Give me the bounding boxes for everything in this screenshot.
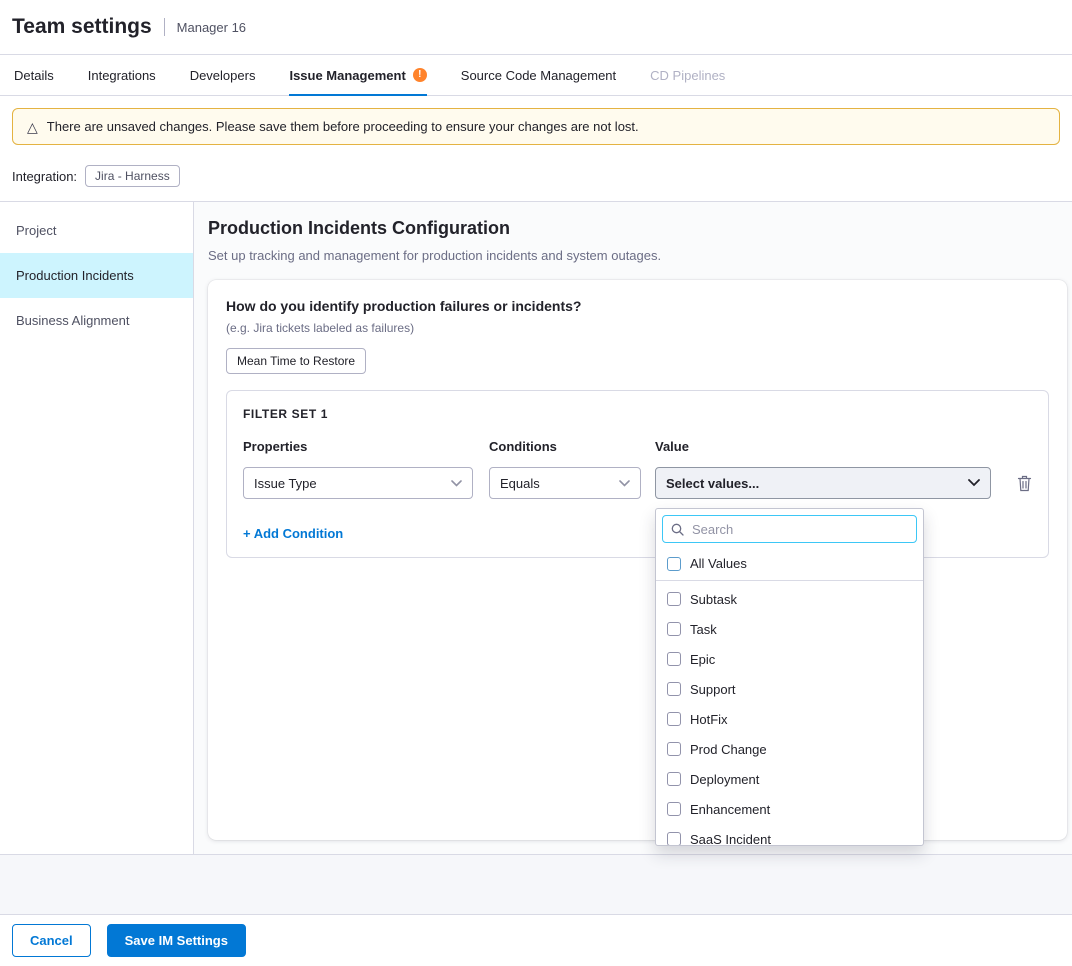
tab-issue-management[interactable]: Issue Management ! xyxy=(289,55,426,95)
option-support[interactable]: Support xyxy=(656,674,923,704)
main-panel: Production Incidents Configuration Set u… xyxy=(194,202,1072,854)
properties-select[interactable]: Issue Type xyxy=(243,467,473,499)
sidebar-item-business-alignment[interactable]: Business Alignment xyxy=(0,298,193,343)
option-hotfix[interactable]: HotFix xyxy=(656,704,923,734)
integration-chip[interactable]: Jira - Harness xyxy=(85,165,180,187)
option-label: SaaS Incident xyxy=(690,832,771,847)
page-title: Team settings xyxy=(12,15,152,39)
tab-cd-pipelines: CD Pipelines xyxy=(650,55,725,95)
tab-source-code-management[interactable]: Source Code Management xyxy=(461,55,616,95)
chevron-down-icon xyxy=(451,480,462,487)
values-multiselect-placeholder: Select values... xyxy=(666,476,759,491)
chevron-down-icon xyxy=(619,480,630,487)
dropdown-search xyxy=(662,515,917,543)
footer-spacer xyxy=(0,855,1072,914)
option-saas-incident[interactable]: SaaS Incident xyxy=(656,824,923,846)
add-condition-button[interactable]: + Add Condition xyxy=(243,526,343,541)
options-list: Subtask Task Epic Support HotFix Prod Ch… xyxy=(656,581,923,846)
save-im-settings-button[interactable]: Save IM Settings xyxy=(107,924,246,957)
unsaved-changes-banner: △️‍ There are unsaved changes. Please sa… xyxy=(12,108,1060,145)
search-input[interactable] xyxy=(690,521,908,538)
config-question: How do you identify production failures … xyxy=(226,298,1049,314)
filter-set-title: FILTER SET 1 xyxy=(243,407,1032,421)
conditions-select[interactable]: Equals xyxy=(489,467,641,499)
checkbox[interactable] xyxy=(667,772,681,786)
settings-sidebar: Project Production Incidents Business Al… xyxy=(0,202,194,854)
option-prod-change[interactable]: Prod Change xyxy=(656,734,923,764)
content-area: Project Production Incidents Business Al… xyxy=(0,201,1072,855)
option-label: Subtask xyxy=(690,592,737,607)
search-icon xyxy=(671,523,684,536)
option-all-values[interactable]: All Values xyxy=(656,549,923,581)
checkbox[interactable] xyxy=(667,652,681,666)
page-header: Team settings Manager 16 xyxy=(0,0,1072,55)
sidebar-item-production-incidents[interactable]: Production Incidents xyxy=(0,253,193,298)
chevron-down-icon xyxy=(968,479,980,487)
banner-text: There are unsaved changes. Please save t… xyxy=(47,119,639,134)
option-subtask[interactable]: Subtask xyxy=(656,584,923,614)
checkbox[interactable] xyxy=(667,742,681,756)
section-subtitle: Set up tracking and management for produ… xyxy=(208,248,1067,263)
metric-chip-mean-time-to-restore[interactable]: Mean Time to Restore xyxy=(226,348,366,374)
tab-integrations[interactable]: Integrations xyxy=(88,55,156,95)
section-title: Production Incidents Configuration xyxy=(208,218,1067,239)
values-dropdown-panel: All Values Subtask Task Epic Support Hot… xyxy=(655,508,924,846)
option-epic[interactable]: Epic xyxy=(656,644,923,674)
option-task[interactable]: Task xyxy=(656,614,923,644)
option-label: Prod Change xyxy=(690,742,767,757)
properties-select-value: Issue Type xyxy=(254,476,317,491)
tab-developers[interactable]: Developers xyxy=(190,55,256,95)
column-header-conditions: Conditions xyxy=(489,439,641,454)
delete-filter-button[interactable] xyxy=(1017,475,1032,492)
checkbox[interactable] xyxy=(667,557,681,571)
option-label: Enhancement xyxy=(690,802,770,817)
filter-condition-row: Issue Type Equals Select values... xyxy=(243,467,1032,499)
checkbox[interactable] xyxy=(667,832,681,846)
action-footer: Cancel Save IM Settings xyxy=(0,914,1072,966)
integration-row: Integration: Jira - Harness xyxy=(0,157,1072,201)
option-enhancement[interactable]: Enhancement xyxy=(656,794,923,824)
tab-details[interactable]: Details xyxy=(14,55,54,95)
checkbox[interactable] xyxy=(667,712,681,726)
integration-label: Integration: xyxy=(12,169,77,184)
checkbox[interactable] xyxy=(667,682,681,696)
header-divider xyxy=(164,18,165,36)
option-label: Task xyxy=(690,622,717,637)
option-deployment[interactable]: Deployment xyxy=(656,764,923,794)
cancel-button[interactable]: Cancel xyxy=(12,924,91,957)
checkbox[interactable] xyxy=(667,622,681,636)
option-label: All Values xyxy=(690,556,747,571)
unsaved-changes-badge: ! xyxy=(413,68,427,82)
team-name: Manager 16 xyxy=(177,20,246,35)
tab-bar: Details Integrations Developers Issue Ma… xyxy=(0,55,1072,96)
option-label: Deployment xyxy=(690,772,759,787)
option-label: HotFix xyxy=(690,712,728,727)
option-label: Epic xyxy=(690,652,715,667)
column-header-properties: Properties xyxy=(243,439,473,454)
sidebar-item-project[interactable]: Project xyxy=(0,208,193,253)
checkbox[interactable] xyxy=(667,802,681,816)
option-label: Support xyxy=(690,682,736,697)
filter-set-1: FILTER SET 1 Properties Conditions Value… xyxy=(226,390,1049,558)
conditions-select-value: Equals xyxy=(500,476,540,491)
warning-icon: △️‍ xyxy=(27,120,38,134)
config-hint: (e.g. Jira tickets labeled as failures) xyxy=(226,321,1049,335)
configuration-card: How do you identify production failures … xyxy=(208,280,1067,840)
filter-column-headers: Properties Conditions Value xyxy=(243,439,1032,454)
column-header-value: Value xyxy=(655,439,991,454)
values-multiselect[interactable]: Select values... xyxy=(655,467,991,499)
checkbox[interactable] xyxy=(667,592,681,606)
